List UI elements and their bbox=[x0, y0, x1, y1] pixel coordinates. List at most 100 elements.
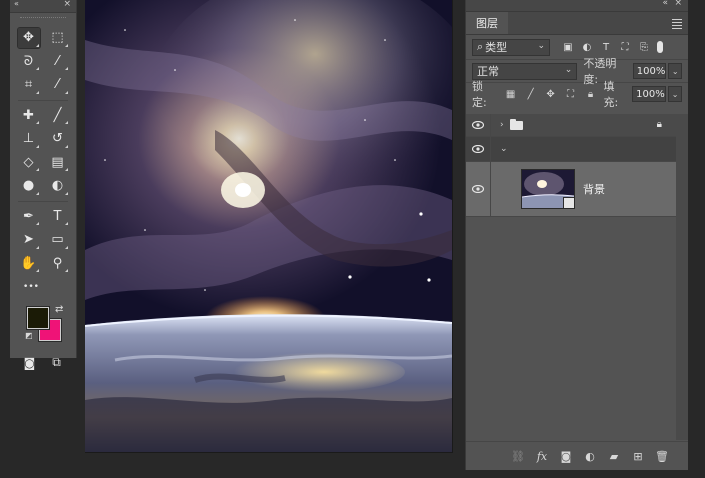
adjustment-icon[interactable]: ◐ bbox=[582, 448, 598, 464]
swap-colors-icon[interactable]: ⇄ bbox=[55, 304, 63, 315]
tools-panel-header: « × bbox=[10, 0, 76, 13]
filter-shape-icon[interactable]: ⛶ bbox=[617, 39, 633, 55]
document-canvas[interactable] bbox=[85, 0, 453, 453]
blend-mode-select[interactable]: 正常 ⌄ bbox=[472, 62, 578, 80]
blend-row: 正常 ⌄ 不透明度: 100% ⌄ bbox=[466, 57, 688, 86]
layer-list: › 🔒︎ ⌄ 背景 bbox=[466, 114, 676, 217]
path-selection-tool-icon[interactable]: ➤ bbox=[18, 230, 40, 250]
visibility-toggle[interactable] bbox=[466, 162, 491, 216]
visibility-toggle[interactable] bbox=[466, 137, 491, 161]
lock-artboard-icon[interactable]: ⛶ bbox=[564, 87, 578, 101]
layer-row-group-collapsed[interactable]: › 🔒︎ bbox=[466, 114, 676, 137]
rectangle-tool-icon[interactable]: ▭ bbox=[47, 230, 69, 250]
screen-mode-icon[interactable]: ⧉ bbox=[46, 353, 68, 373]
chevron-down-icon[interactable]: ⌄ bbox=[500, 144, 508, 154]
layers-panel: « × 图层 ⌕ 类型 ⌄ ▣ ◐ T ⛶ ⎘ 正常 ⌄ 不透明度: 100% … bbox=[465, 0, 688, 470]
tool-row: ✋ ⚲ bbox=[10, 252, 76, 276]
new-layer-icon[interactable]: ⊞ bbox=[630, 448, 646, 464]
history-brush-tool-icon[interactable]: ↺ bbox=[47, 129, 69, 149]
fill-slider-toggle[interactable]: ⌄ bbox=[668, 86, 683, 102]
default-colors-icon[interactable]: ◩ bbox=[25, 331, 33, 340]
type-tool-icon[interactable]: T bbox=[47, 206, 69, 226]
visibility-toggle[interactable] bbox=[466, 114, 491, 136]
lock-all-icon[interactable]: 🔒︎ bbox=[584, 87, 598, 101]
opacity-slider-toggle[interactable]: ⌄ bbox=[668, 63, 682, 79]
layers-scrollbar[interactable] bbox=[676, 114, 688, 440]
filter-toggle[interactable] bbox=[657, 41, 663, 53]
tool-row: ᘐ ⁄ bbox=[10, 50, 76, 74]
clone-stamp-tool-icon[interactable]: ⊥ bbox=[18, 129, 40, 149]
fx-icon[interactable]: fx bbox=[534, 448, 550, 464]
tools-panel: « × ✥ ⬚ ᘐ ⁄ ⌗ ⁄ ✚ ╱ ⊥ ↺ ◇ ▤ ● ◐ ✒ T ➤ ▭ ✋ ⚲ ••• ⇄ ◩ ◙ ⧉ bbox=[10, 0, 77, 370]
dodge-tool-icon[interactable]: ◐ bbox=[47, 176, 69, 196]
filter-type-label: 类型 bbox=[485, 41, 508, 54]
mask-icon[interactable]: ◙ bbox=[558, 448, 574, 464]
eye-icon bbox=[472, 121, 484, 129]
tool-row: ➤ ▭ bbox=[10, 228, 76, 252]
close-icon[interactable]: × bbox=[674, 0, 682, 8]
gradient-tool-icon[interactable]: ▤ bbox=[47, 152, 69, 172]
chevron-down-icon: ⌄ bbox=[537, 40, 545, 51]
move-tool-icon[interactable]: ✥ bbox=[16, 26, 41, 49]
tool-row: ✥ ⬚ bbox=[10, 26, 76, 50]
tab-layers[interactable]: 图层 bbox=[466, 12, 508, 34]
crop-tool-icon[interactable]: ⌗ bbox=[18, 75, 40, 95]
lock-position-icon[interactable]: ✥ bbox=[544, 87, 558, 101]
fill-input[interactable]: 100% bbox=[632, 86, 667, 102]
folder-icon bbox=[509, 118, 523, 130]
tool-row: ⊥ ↺ bbox=[10, 127, 76, 151]
link-icon[interactable]: ⛓ bbox=[510, 448, 526, 464]
layer-name[interactable]: 背景 bbox=[583, 181, 605, 197]
hand-tool-icon[interactable]: ✋ bbox=[18, 253, 40, 273]
more-tools-icon[interactable]: ••• bbox=[20, 277, 42, 297]
trash-icon[interactable]: 🗑︎ bbox=[654, 448, 670, 464]
zoom-tool-icon[interactable]: ⚲ bbox=[47, 253, 69, 273]
collapse-arrows-icon[interactable]: « bbox=[14, 0, 19, 8]
filter-type-icon[interactable]: T bbox=[598, 39, 614, 55]
chevron-right-icon[interactable]: › bbox=[500, 120, 504, 130]
filter-adjustment-icon[interactable]: ◐ bbox=[579, 39, 595, 55]
tool-row: ✒ T bbox=[10, 205, 76, 229]
layer-row-group-expanded[interactable]: ⌄ bbox=[466, 137, 676, 162]
layers-footer: ⛓ fx ◙ ◐ ▰ ⊞ 🗑︎ bbox=[466, 441, 688, 470]
filter-smart-object-icon[interactable]: ⎘ bbox=[636, 39, 652, 55]
lock-icon: 🔒︎ bbox=[656, 119, 662, 130]
layer-row-background[interactable]: 背景 bbox=[466, 162, 676, 217]
new-group-icon[interactable]: ▰ bbox=[606, 448, 622, 464]
marquee-tool-icon[interactable]: ⬚ bbox=[47, 28, 69, 48]
filter-pixel-icon[interactable]: ▣ bbox=[560, 39, 576, 55]
layers-panel-header: « × bbox=[466, 0, 688, 12]
layers-tabbar: 图层 bbox=[466, 12, 688, 35]
filter-type-select[interactable]: ⌕ 类型 ⌄ bbox=[472, 38, 550, 56]
magic-wand-tool-icon[interactable]: ⁄ bbox=[47, 51, 69, 71]
chevron-down-icon: ⌄ bbox=[564, 64, 573, 75]
eraser-tool-icon[interactable]: ◇ bbox=[18, 152, 40, 172]
close-icon[interactable]: × bbox=[63, 0, 71, 9]
healing-brush-tool-icon[interactable]: ✚ bbox=[18, 105, 40, 125]
eyedropper-tool-icon[interactable]: ⁄ bbox=[47, 75, 69, 95]
lock-image-icon[interactable]: ╱ bbox=[524, 87, 538, 101]
space-image bbox=[85, 0, 452, 452]
tool-row: ✚ ╱ bbox=[10, 104, 76, 128]
lock-transparent-icon[interactable]: ▦ bbox=[504, 87, 518, 101]
quick-mask-icon[interactable]: ◙ bbox=[19, 353, 41, 373]
panel-menu-icon[interactable] bbox=[672, 17, 682, 31]
layer-filter-row: ⌕ 类型 ⌄ ▣ ◐ T ⛶ ⎘ bbox=[466, 35, 688, 59]
lock-row: 锁定: ▦ ╱ ✥ ⛶ 🔒︎ 填充: 100% ⌄ bbox=[466, 80, 688, 109]
lock-label: 锁定: bbox=[472, 80, 487, 109]
foreground-color-swatch[interactable] bbox=[27, 306, 49, 329]
collapse-arrows-icon[interactable]: « bbox=[662, 0, 668, 8]
blur-tool-icon[interactable]: ● bbox=[18, 176, 40, 196]
pen-tool-icon[interactable]: ✒ bbox=[18, 206, 40, 226]
panel-grip[interactable] bbox=[20, 17, 66, 26]
lasso-tool-icon[interactable]: ᘐ bbox=[18, 51, 40, 71]
smart-object-icon bbox=[563, 197, 574, 208]
tool-row: ◇ ▤ bbox=[10, 151, 76, 175]
eye-icon bbox=[472, 185, 484, 193]
eye-icon bbox=[472, 145, 484, 153]
color-swatches: ⇄ ◩ bbox=[10, 304, 76, 351]
opacity-input[interactable]: 100% bbox=[632, 63, 667, 79]
search-icon: ⌕ bbox=[477, 40, 484, 53]
fill-label: 填充: bbox=[603, 80, 619, 109]
brush-tool-icon[interactable]: ╱ bbox=[47, 105, 69, 125]
